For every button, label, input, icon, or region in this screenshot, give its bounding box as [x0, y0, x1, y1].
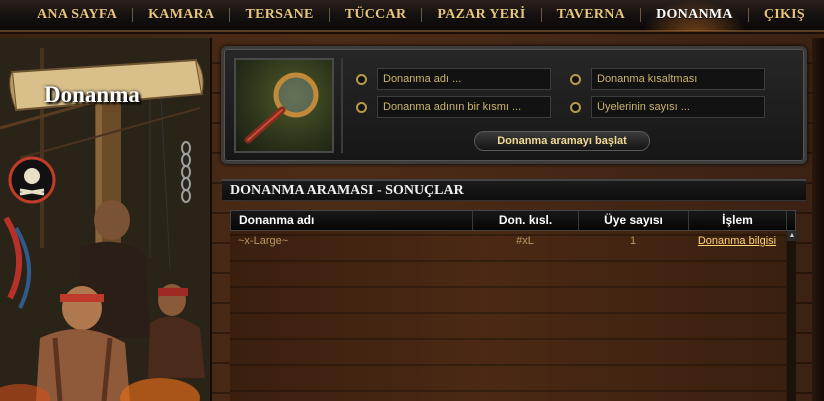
search-partial-row — [356, 96, 551, 118]
nav-kamara[interactable]: KAMARA — [133, 0, 229, 31]
radio-abbr[interactable] — [570, 73, 581, 85]
nav-tersane[interactable]: TERSANE — [230, 0, 328, 31]
magnifier-icon — [244, 72, 319, 144]
table-header: Donanma adı Don. kısl. Üye sayısı İşlem — [230, 210, 796, 231]
fleet-partial-name-input[interactable] — [377, 96, 551, 118]
search-name-row — [356, 68, 551, 90]
radio-partial[interactable] — [356, 101, 367, 113]
divider — [341, 58, 343, 153]
fleet-info-link[interactable]: Donanma bilgisi — [698, 235, 776, 247]
start-search-button[interactable]: Donanma aramayı başlat — [474, 131, 650, 151]
right-frame-edge — [812, 38, 824, 401]
radio-name[interactable] — [356, 73, 367, 85]
radio-members[interactable] — [570, 101, 581, 113]
fleet-members-cell: 1 — [629, 235, 637, 247]
fleet-abbr-input[interactable] — [591, 68, 765, 90]
nav-cikis[interactable]: ÇIKIŞ — [749, 0, 820, 31]
table-row: ~x-Large~ #xL 1 Donanma bilgisi — [230, 231, 796, 251]
column-header-members: Üye sayısı — [579, 211, 689, 230]
search-members-row — [570, 96, 765, 118]
results-title: DONANMA ARAMASI - SONUÇLAR — [222, 179, 806, 201]
nav-taverna[interactable]: TAVERNA — [542, 0, 640, 31]
section-title: Donanma — [44, 82, 140, 107]
nav-ana-sayfa[interactable]: ANA SAYFA — [22, 0, 132, 31]
fleet-name-input[interactable] — [377, 68, 551, 90]
section-banner: Donanma — [6, 54, 206, 114]
column-header-name: Donanma adı — [231, 211, 473, 230]
results-scrollbar[interactable]: ▲ — [786, 231, 797, 401]
nav-donanma[interactable]: DONANMA — [641, 0, 748, 31]
search-abbr-row — [570, 68, 765, 90]
fleet-name-cell: ~x-Large~ — [238, 235, 289, 247]
scroll-up-arrow-icon[interactable]: ▲ — [787, 231, 797, 241]
map-thumbnail — [234, 58, 334, 153]
fleet-abbr-cell: #xL — [516, 235, 534, 247]
fleet-action-cell: Donanma bilgisi — [688, 235, 786, 247]
results-table: Donanma adı Don. kısl. Üye sayısı İşlem … — [230, 210, 797, 401]
nav-pazar-yeri[interactable]: PAZAR YERİ — [422, 0, 540, 31]
fleet-search-panel: Donanma aramayı başlat — [221, 46, 807, 164]
top-navigation: ANA SAYFA KAMARA TERSANE TÜCCAR PAZAR YE… — [0, 0, 824, 32]
pirate-crew-illustration: Donanma — [0, 38, 212, 401]
column-header-action: İşlem — [689, 211, 787, 230]
nav-tuccar[interactable]: TÜCCAR — [330, 0, 422, 31]
fleet-members-input[interactable] — [591, 96, 765, 118]
column-header-abbr: Don. kısl. — [473, 211, 579, 230]
